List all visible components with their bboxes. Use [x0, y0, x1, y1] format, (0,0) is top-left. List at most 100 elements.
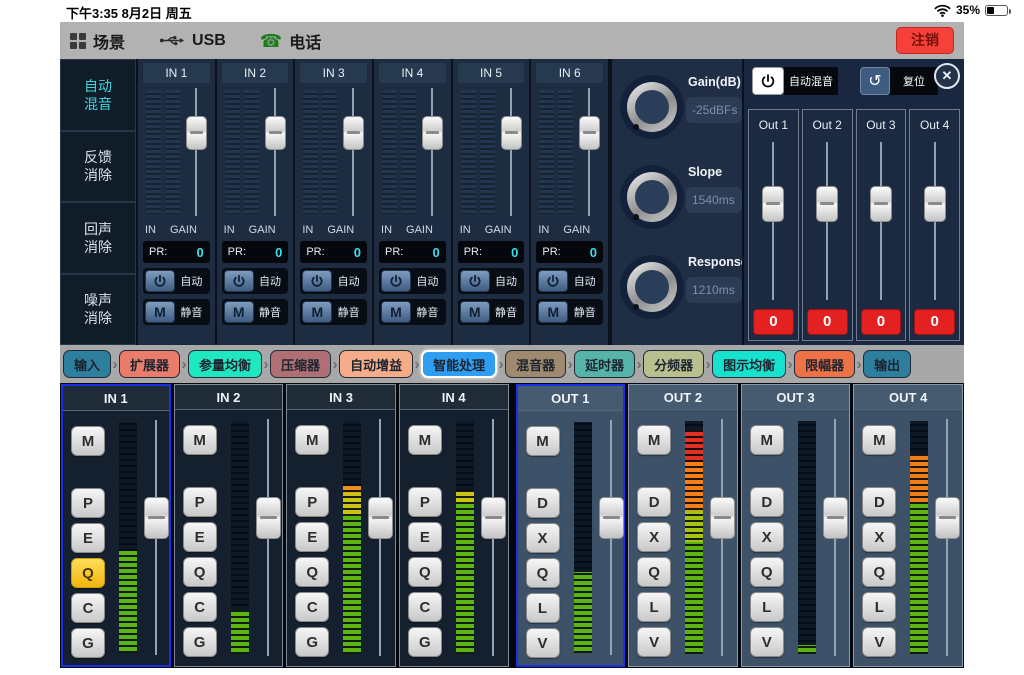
strip-button-P[interactable]: P: [183, 487, 217, 517]
pr-field[interactable]: PR: 0: [222, 241, 289, 263]
strip-fader[interactable]: [256, 497, 281, 539]
auto-power-button[interactable]: [224, 270, 254, 292]
reset-icon[interactable]: ↺: [860, 67, 890, 95]
usb-menu-button[interactable]: USB: [159, 32, 226, 50]
strip-button-V[interactable]: V: [862, 627, 896, 657]
mute-button[interactable]: M: [224, 301, 254, 323]
mute-button[interactable]: M: [302, 301, 332, 323]
strip-button-M[interactable]: M: [526, 426, 560, 456]
mute-button[interactable]: M: [381, 301, 411, 323]
strip-button-M[interactable]: M: [408, 425, 442, 455]
strip-button-D[interactable]: D: [526, 488, 560, 518]
strip-button-D[interactable]: D: [862, 487, 896, 517]
strip-button-C[interactable]: C: [295, 592, 329, 622]
chain-step-3[interactable]: 压缩器: [270, 350, 331, 378]
strip-fader[interactable]: [710, 497, 735, 539]
strip-button-V[interactable]: V: [526, 628, 560, 658]
chain-step-0[interactable]: 输入: [63, 350, 111, 378]
strip-fader[interactable]: [599, 497, 624, 539]
mute-button[interactable]: M: [460, 301, 490, 323]
chain-step-4[interactable]: 自动增益: [339, 350, 413, 378]
strip-button-V[interactable]: V: [637, 627, 671, 657]
strip-button-G[interactable]: G: [183, 627, 217, 657]
gain-fader[interactable]: [186, 116, 207, 150]
gain-fader[interactable]: [422, 116, 443, 150]
strip-button-M[interactable]: M: [637, 425, 671, 455]
knob-0[interactable]: [620, 75, 684, 139]
strip-button-D[interactable]: D: [750, 487, 784, 517]
strip-button-E[interactable]: E: [183, 522, 217, 552]
strip-button-G[interactable]: G: [408, 627, 442, 657]
sidebar-item-2[interactable]: 回声 消除: [60, 202, 136, 274]
strip-button-Q[interactable]: Q: [526, 558, 560, 588]
close-icon[interactable]: ✕: [934, 63, 960, 89]
strip-button-G[interactable]: G: [295, 627, 329, 657]
chain-step-9[interactable]: 图示均衡: [712, 350, 786, 378]
gain-fader[interactable]: [501, 116, 522, 150]
strip-fader[interactable]: [368, 497, 393, 539]
strip-button-P[interactable]: P: [71, 488, 105, 518]
pr-field[interactable]: PR: 0: [458, 241, 525, 263]
scene-menu-button[interactable]: 场景: [70, 29, 125, 53]
pr-field[interactable]: PR: 0: [379, 241, 446, 263]
chain-step-10[interactable]: 限幅器: [794, 350, 855, 378]
strip-button-X[interactable]: X: [637, 522, 671, 552]
gain-fader[interactable]: [579, 116, 600, 150]
chain-step-1[interactable]: 扩展器: [119, 350, 180, 378]
strip-button-L[interactable]: L: [637, 592, 671, 622]
strip-button-V[interactable]: V: [750, 627, 784, 657]
automix-power-button[interactable]: [752, 67, 784, 95]
out-fader[interactable]: [870, 186, 892, 222]
strip-button-M[interactable]: M: [71, 426, 105, 456]
auto-power-button[interactable]: [381, 270, 411, 292]
chain-step-8[interactable]: 分频器: [643, 350, 704, 378]
auto-power-button[interactable]: [145, 270, 175, 292]
strip-button-X[interactable]: X: [750, 522, 784, 552]
strip-button-C[interactable]: C: [183, 592, 217, 622]
strip-button-L[interactable]: L: [750, 592, 784, 622]
strip-button-Q[interactable]: Q: [408, 557, 442, 587]
strip-button-E[interactable]: E: [408, 522, 442, 552]
strip-fader[interactable]: [144, 497, 169, 539]
mute-button[interactable]: M: [538, 301, 568, 323]
strip-button-M[interactable]: M: [862, 425, 896, 455]
out-value-button[interactable]: 0: [753, 309, 794, 335]
strip-button-M[interactable]: M: [183, 425, 217, 455]
strip-button-P[interactable]: P: [295, 487, 329, 517]
mute-button[interactable]: M: [145, 301, 175, 323]
strip-button-P[interactable]: P: [408, 487, 442, 517]
strip-button-D[interactable]: D: [637, 487, 671, 517]
strip-button-E[interactable]: E: [71, 523, 105, 553]
strip-button-Q[interactable]: Q: [183, 557, 217, 587]
out-value-button[interactable]: 0: [861, 309, 902, 335]
sidebar-item-1[interactable]: 反馈 消除: [60, 131, 136, 203]
out-value-button[interactable]: 0: [807, 309, 848, 335]
strip-fader[interactable]: [481, 497, 506, 539]
strip-button-Q[interactable]: Q: [71, 558, 105, 588]
knob-1[interactable]: [620, 165, 684, 229]
strip-button-M[interactable]: M: [750, 425, 784, 455]
sidebar-item-3[interactable]: 噪声 消除: [60, 274, 136, 346]
logout-button[interactable]: 注销: [896, 27, 954, 54]
strip-button-X[interactable]: X: [526, 523, 560, 553]
strip-button-Q[interactable]: Q: [295, 557, 329, 587]
knob-2[interactable]: [620, 255, 684, 319]
gain-fader[interactable]: [265, 116, 286, 150]
chain-step-2[interactable]: 参量均衡: [188, 350, 262, 378]
strip-fader[interactable]: [935, 497, 960, 539]
pr-field[interactable]: PR: 0: [143, 241, 210, 263]
strip-button-X[interactable]: X: [862, 522, 896, 552]
out-fader[interactable]: [816, 186, 838, 222]
out-fader[interactable]: [762, 186, 784, 222]
auto-power-button[interactable]: [538, 270, 568, 292]
chain-step-6[interactable]: 混音器: [505, 350, 566, 378]
pr-field[interactable]: PR: 0: [536, 241, 603, 263]
strip-button-L[interactable]: L: [862, 592, 896, 622]
strip-button-E[interactable]: E: [295, 522, 329, 552]
sidebar-item-0[interactable]: 自动 混音: [60, 59, 136, 131]
pr-field[interactable]: PR: 0: [300, 241, 367, 263]
strip-button-L[interactable]: L: [526, 593, 560, 623]
strip-button-G[interactable]: G: [71, 628, 105, 658]
auto-power-button[interactable]: [460, 270, 490, 292]
gain-fader[interactable]: [343, 116, 364, 150]
